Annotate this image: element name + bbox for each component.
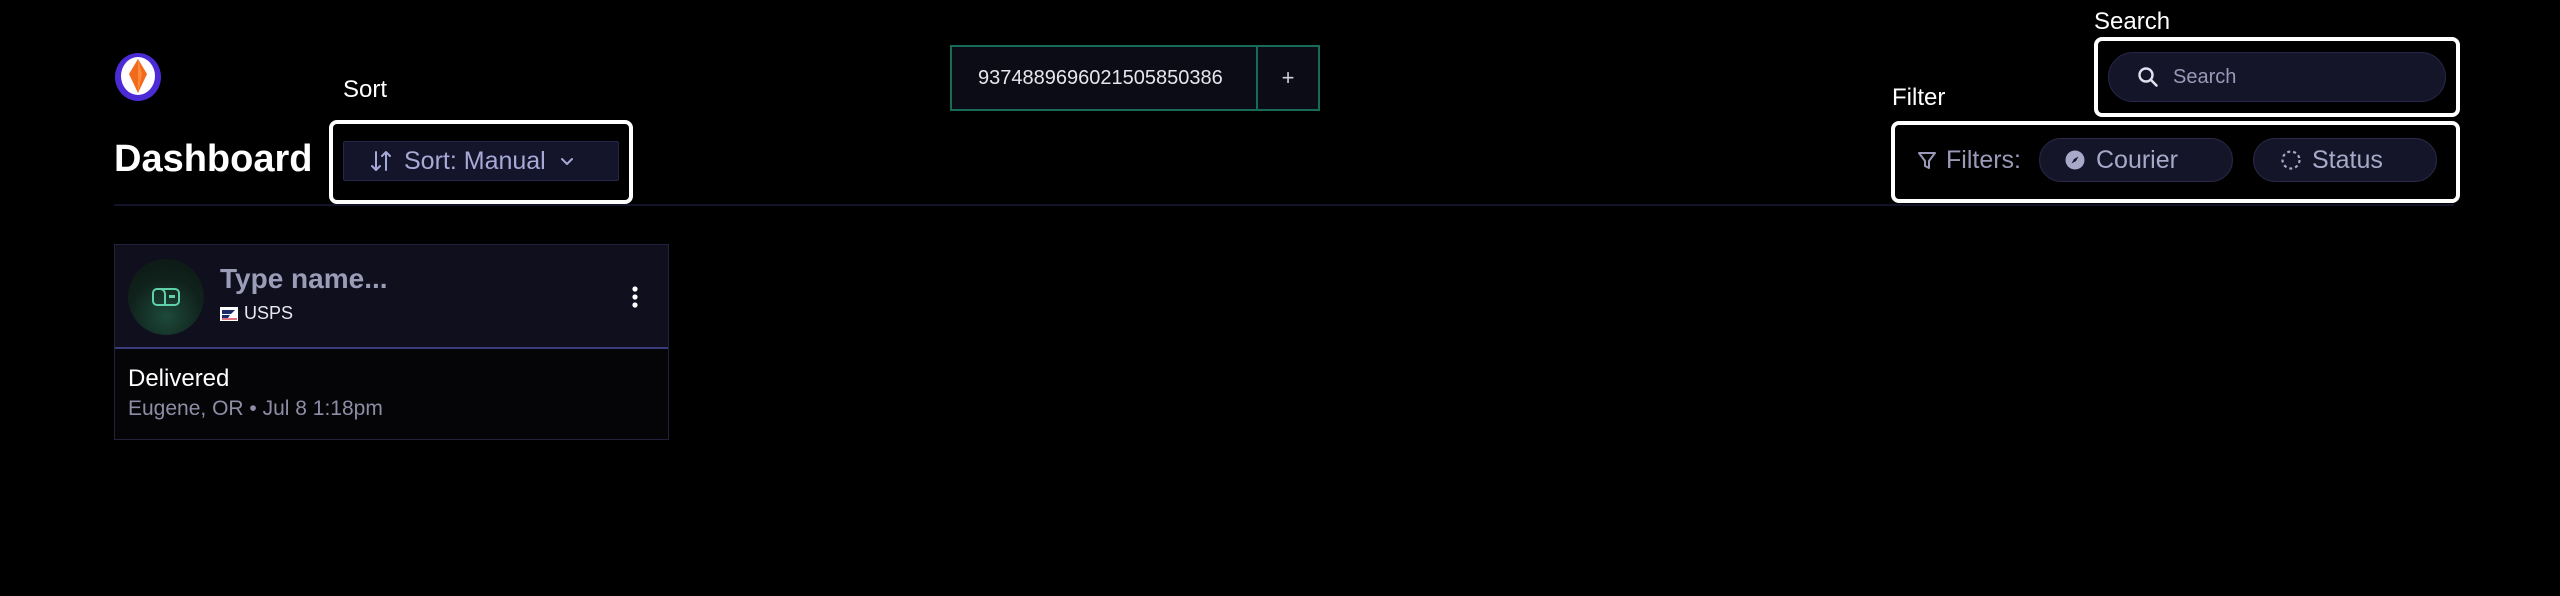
search-callout-label: Search [2094,8,2171,35]
filter-chip-courier-label: Courier [2096,145,2178,174]
page-title: Dashboard [114,138,313,180]
package-card[interactable]: Type name... USPS Delivered Eugene, OR •… [114,244,669,440]
package-location: Eugene, OR • Jul 8 1:18pm [128,397,383,420]
usps-logo-icon [220,306,238,321]
package-status: Delivered [128,365,230,392]
add-tracking-button[interactable]: + [1256,47,1318,109]
search-input[interactable] [2173,65,2433,89]
more-options-icon[interactable] [623,281,647,313]
package-avatar [128,259,204,335]
filters-label-group: Filters: [1916,146,2021,175]
package-name-placeholder[interactable]: Type name... [220,263,388,295]
sort-label: Sort: Manual [404,146,546,175]
dashboard-page: Sort Search Filter Dashboard Sort: Manua… [0,0,2560,596]
mailbox-icon [152,288,180,306]
carrier-name: USPS [244,303,294,323]
loading-circle-icon [2281,150,2301,170]
header-divider [114,204,2454,206]
tracking-number-input[interactable] [952,47,1256,109]
filter-chip-courier[interactable]: Courier [2039,138,2233,182]
filters-bar: Filters: Courier Status [1916,137,2437,183]
search-field[interactable] [2108,52,2446,102]
sort-arrows-icon [371,151,391,171]
funnel-icon [1918,152,1936,169]
filters-label: Filters: [1946,145,2021,174]
filter-callout-label: Filter [1892,84,1946,111]
compass-icon [2065,150,2085,170]
chevron-down-icon [560,158,573,165]
sort-callout-label: Sort [343,76,388,103]
tracking-input-group: + [950,45,1320,111]
package-carrier: USPS [220,303,293,324]
package-card-header: Type name... USPS [115,245,668,349]
app-logo-icon[interactable] [114,52,162,102]
filter-chip-status-label: Status [2312,145,2383,174]
sort-dropdown-button[interactable]: Sort: Manual [343,141,619,181]
search-icon [2138,67,2158,87]
filter-chip-status[interactable]: Status [2253,138,2437,182]
